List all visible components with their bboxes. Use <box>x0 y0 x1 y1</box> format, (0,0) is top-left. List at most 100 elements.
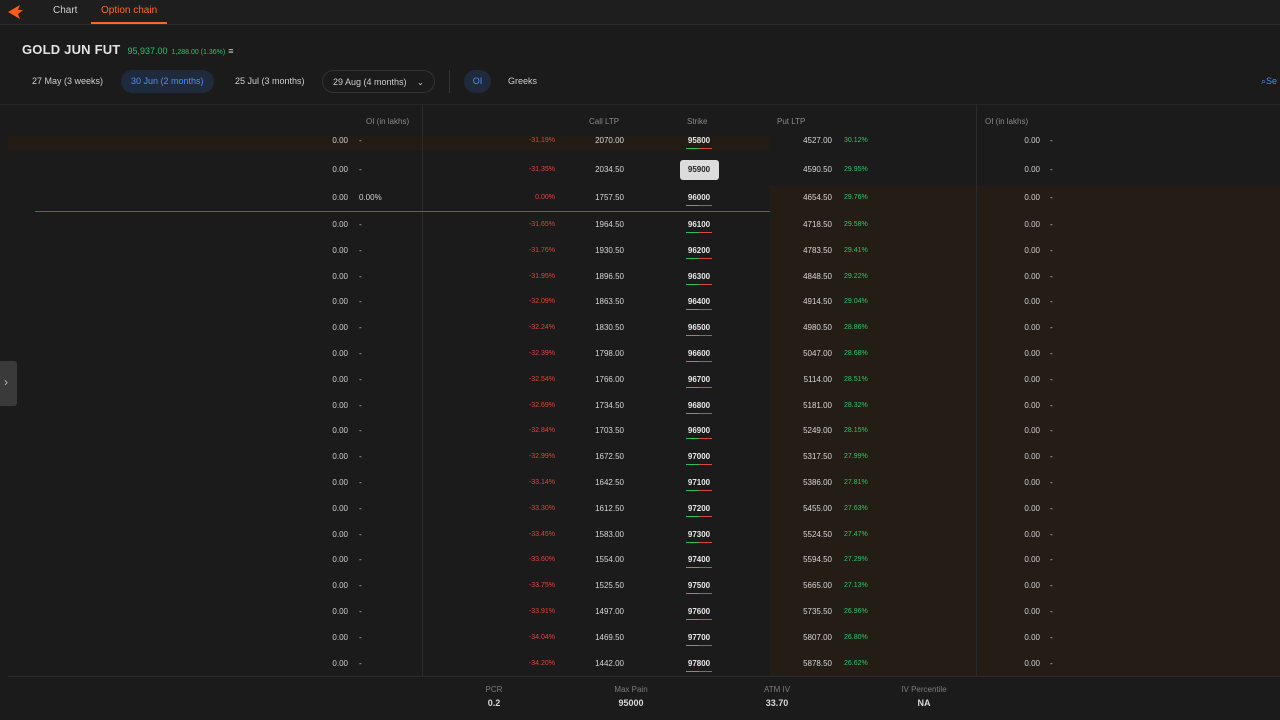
call-ltp-value: 1863.50 <box>595 297 624 307</box>
call-oi-value: 0.00 <box>332 503 348 513</box>
call-oi-value: 0.00 <box>332 165 348 174</box>
call-ltp-value: 1672.50 <box>595 452 624 462</box>
call-change: -32.54% <box>528 375 555 383</box>
call-bar <box>686 257 699 259</box>
table-row[interactable]: 0.00- -33.14% 1642.50 97100 5386.00 27.81% 0.0… <box>0 473 1280 493</box>
call-oi-value: 0.00 <box>332 297 348 307</box>
table-row[interactable]: 0.00- -31.19% 2070.00 95800 4527.00 30.12% 0.0… <box>0 131 1280 151</box>
call-change: 0.00% <box>535 194 555 201</box>
table-row[interactable]: 0.00 - -31.35% 2034.50 95900 4590.50 29.95% 0.0… <box>0 160 1280 180</box>
call-change: -32.39% <box>528 350 555 357</box>
chevron-right-icon: › <box>4 375 8 389</box>
stat-value: 0.2 <box>487 698 501 708</box>
put-ltp-value: 4590.50 <box>803 165 832 174</box>
table-row[interactable]: 0.00- -31.65% 1964.50 96100 4718.50 29.58% 0.0… <box>0 215 1280 235</box>
table-row[interactable]: 0.00- -33.75% 1525.50 97500 5665.00 27.13% 0.0… <box>0 576 1280 596</box>
put-oi-change: - <box>1050 271 1053 281</box>
call-change: -32.09% <box>528 298 555 306</box>
table-row[interactable]: 0.00- -32.09% 1863.50 96400 4914.50 29.04% 0.0… <box>0 292 1280 312</box>
side-panel-toggle[interactable]: › <box>0 361 17 406</box>
call-ltp-value: 1525.50 <box>595 581 624 591</box>
table-row[interactable]: 0.00- -32.24% 1830.50 96500 4980.50 28.86% 0.0… <box>0 318 1280 338</box>
put-bar <box>699 644 712 646</box>
put-oi-value: 0.00 <box>1024 136 1040 145</box>
stat-iv-percentile: IV Percentile NA <box>888 685 960 708</box>
call-oi-change: - <box>359 323 362 333</box>
table-row[interactable]: 0.00- -33.45% 1583.00 97300 5524.50 27.47% 0.0… <box>0 525 1280 545</box>
put-oi-change: - <box>1050 581 1053 591</box>
call-bar <box>686 232 699 233</box>
put-oi-value: 0.00 <box>1024 529 1040 539</box>
table-row[interactable]: 0.00- -34.04% 1469.50 97700 5807.00 26.80% 0.0… <box>0 628 1280 648</box>
call-change: -33.60% <box>528 556 555 564</box>
call-change: -33.75% <box>528 582 555 590</box>
put-oi-value: 0.00 <box>1024 581 1040 591</box>
put-bar <box>699 412 712 414</box>
put-oi-change: - <box>1050 478 1053 487</box>
put-ltp-value: 4527.00 <box>803 136 832 145</box>
table-row[interactable]: 0.00- -34.20% 1442.00 97800 5878.50 26.62% 0.0… <box>0 654 1280 674</box>
put-ltp-value: 5181.00 <box>803 400 832 410</box>
table-row[interactable]: 0.00- -32.84% 1703.50 96900 5249.00 28.15% 0.0… <box>0 421 1280 441</box>
table-row[interactable]: 0.00- -32.54% 1766.00 96700 5114.00 28.51% 0.0… <box>0 370 1280 390</box>
table-row[interactable]: 0.00- -32.69% 1734.50 96800 5181.00 28.32% 0.0… <box>0 396 1280 416</box>
call-oi-value: 0.00 <box>332 658 348 668</box>
call-change: -31.19% <box>528 137 555 144</box>
table-row[interactable]: 0.00- -33.91% 1497.00 97600 5735.50 26.96% 0.0… <box>0 602 1280 622</box>
put-oi-change: - <box>1050 607 1053 616</box>
put-ltp-value: 5594.50 <box>803 555 832 565</box>
put-oi-change: - <box>1050 374 1053 384</box>
put-change: 27.81% <box>844 479 868 486</box>
call-oi-change: - <box>359 374 362 384</box>
call-bar <box>686 335 699 337</box>
put-oi-value: 0.00 <box>1024 400 1040 410</box>
table-row[interactable]: 0.00- -33.30% 1612.50 97200 5455.00 27.63% 0.0… <box>0 499 1280 519</box>
table-row[interactable]: 0.00- -33.60% 1554.00 97400 5594.50 27.29% 0.0… <box>0 550 1280 570</box>
call-change: -32.69% <box>528 401 555 409</box>
put-ltp-value: 4914.50 <box>803 297 832 307</box>
put-oi-value: 0.00 <box>1024 478 1040 487</box>
call-oi-change: - <box>359 658 362 668</box>
call-ltp-value: 2070.00 <box>595 136 624 145</box>
put-bar <box>699 232 712 233</box>
call-oi-change: - <box>359 400 362 410</box>
stat-value: 33.70 <box>765 698 789 708</box>
call-oi-change: - <box>359 478 362 487</box>
call-change: -32.84% <box>528 427 555 435</box>
table-row[interactable]: 0.00- -31.76% 1930.50 96200 4783.50 29.41% 0.0… <box>0 241 1280 261</box>
stat-label: IV Percentile <box>901 685 947 694</box>
put-change: 26.80% <box>844 633 868 641</box>
put-change: 28.32% <box>844 401 868 409</box>
put-bar <box>699 386 712 388</box>
call-ltp-value: 1583.00 <box>595 529 624 539</box>
call-change: -34.04% <box>528 633 555 641</box>
strike-oi-bar <box>686 148 712 149</box>
put-oi-change: - <box>1050 165 1053 174</box>
put-oi-change: - <box>1050 529 1053 539</box>
put-change: 28.68% <box>844 350 868 357</box>
table-row[interactable]: 0.00- -31.95% 1896.50 96300 4848.50 29.22% 0.0… <box>0 267 1280 287</box>
call-change: -34.20% <box>528 659 555 667</box>
call-bar <box>686 148 699 149</box>
table-row[interactable]: 0.00- -32.99% 1672.50 97000 5317.50 27.99% 0.0… <box>0 447 1280 467</box>
strike-oi-bar <box>686 567 712 569</box>
call-change: -31.65% <box>528 221 555 228</box>
strike-price: 95900 <box>687 165 711 174</box>
put-bar <box>699 541 712 543</box>
call-bar <box>686 412 699 414</box>
put-oi-value: 0.00 <box>1024 245 1040 255</box>
call-ltp-value: 1642.50 <box>595 478 624 487</box>
call-bar <box>686 283 699 285</box>
call-ltp-value: 1554.00 <box>595 555 624 565</box>
put-oi-value: 0.00 <box>1024 323 1040 333</box>
put-ltp-value: 4848.50 <box>803 271 832 281</box>
call-oi-value: 0.00 <box>332 452 348 462</box>
table-row[interactable]: 0.00 0.00% 0.00% 1757.50 96000 4654.50 29.76% 0… <box>0 188 1280 208</box>
call-oi-change: - <box>359 529 362 539</box>
put-ltp-value: 5386.00 <box>803 478 832 487</box>
table-row[interactable]: 0.00- -32.39% 1798.00 96600 5047.00 28.68% 0.0… <box>0 344 1280 364</box>
put-change: 29.76% <box>844 194 868 201</box>
put-oi-change: - <box>1050 220 1053 229</box>
call-ltp-value: 1930.50 <box>595 245 624 255</box>
call-oi-value: 0.00 <box>332 478 348 487</box>
